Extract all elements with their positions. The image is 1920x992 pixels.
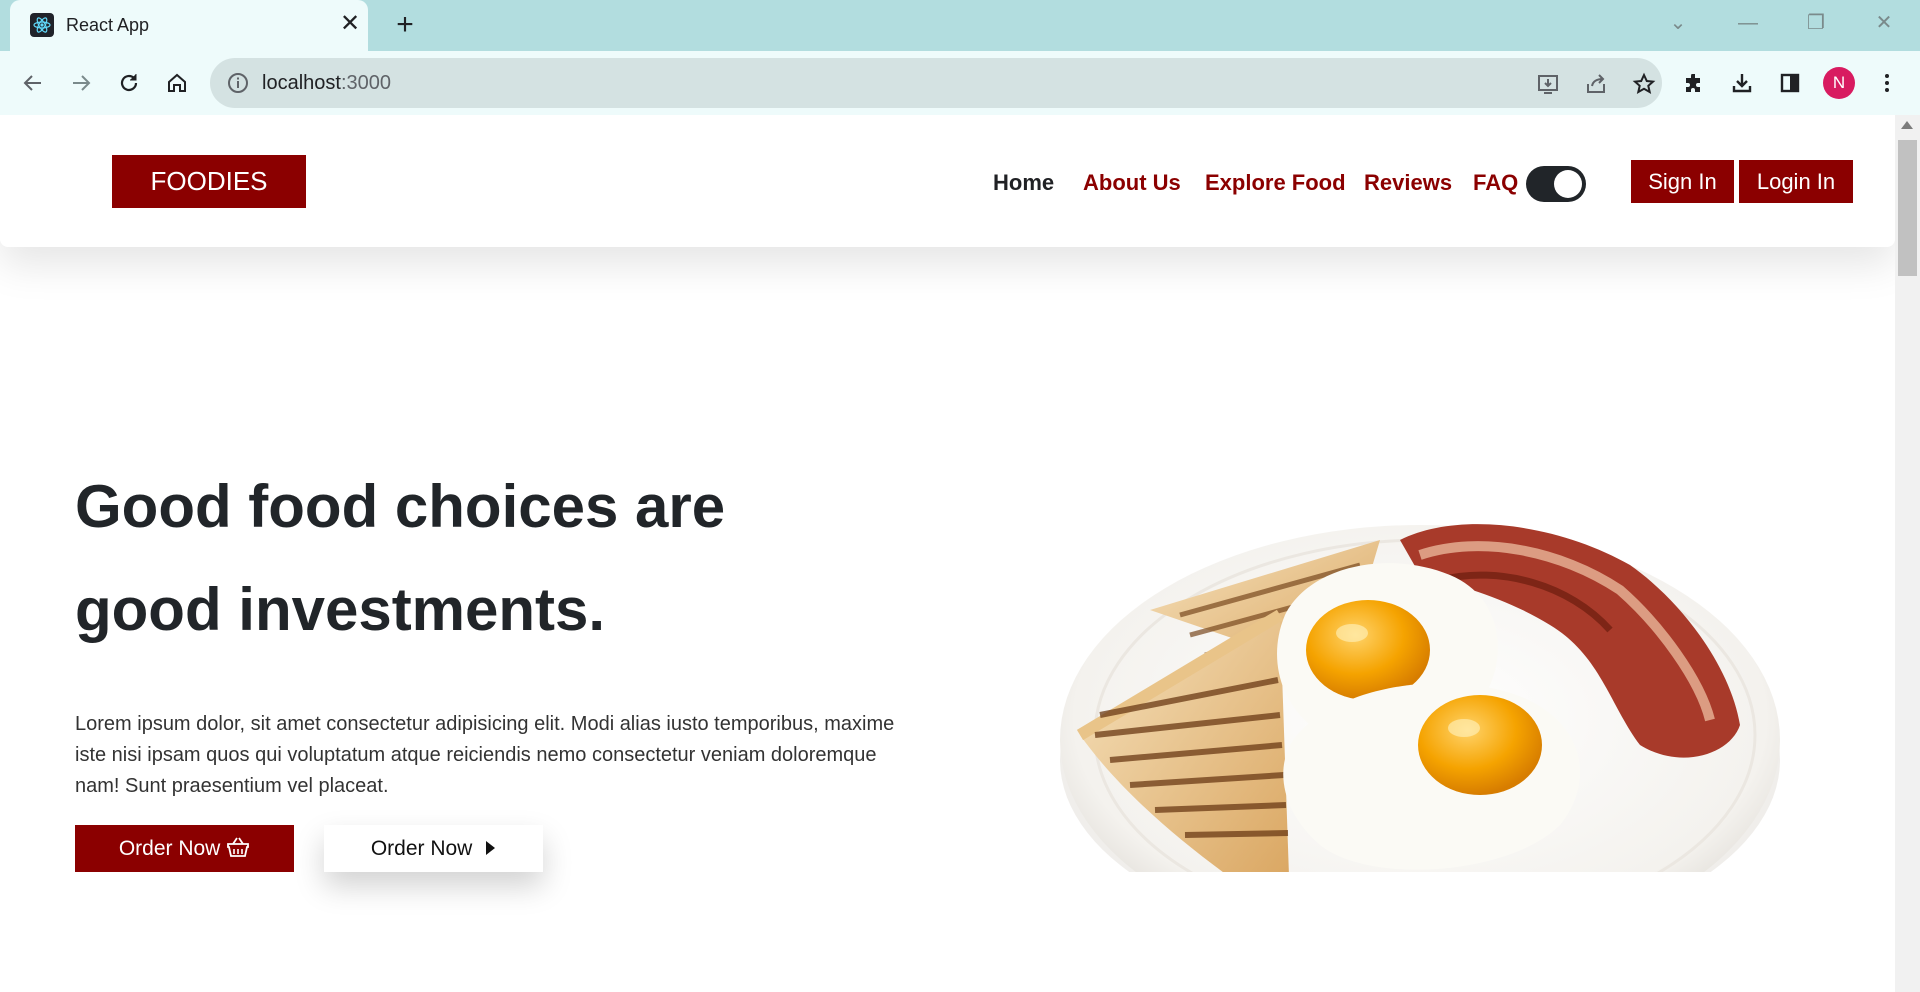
order-now-button-secondary[interactable]: Order Now bbox=[324, 825, 543, 872]
react-icon bbox=[30, 13, 54, 37]
home-icon[interactable] bbox=[159, 65, 195, 101]
page-viewport: FOODIES Home About Us Explore Food Revie… bbox=[0, 115, 1895, 992]
basket-icon bbox=[226, 828, 250, 875]
minimize-icon[interactable]: — bbox=[1728, 8, 1768, 38]
hero-title-line-2: good investments. bbox=[75, 576, 606, 643]
order-now-label: Order Now bbox=[118, 837, 221, 860]
forward-icon[interactable] bbox=[63, 65, 99, 101]
nav-explore-food[interactable]: Explore Food bbox=[1205, 170, 1346, 196]
browser-toolbar: localhost:3000 N bbox=[0, 51, 1920, 115]
url-text: localhost:3000 bbox=[262, 72, 391, 94]
tab-title: React App bbox=[66, 15, 150, 35]
hero-title: Good food choices are good investments. bbox=[75, 455, 895, 661]
menu-kebab-icon[interactable] bbox=[1869, 65, 1905, 101]
hero-food-image bbox=[1040, 415, 1800, 872]
scroll-up-arrow-icon[interactable] bbox=[1901, 121, 1913, 129]
nav-about-us[interactable]: About Us bbox=[1083, 170, 1181, 196]
window-close-icon[interactable]: ✕ bbox=[1864, 8, 1904, 38]
downloads-icon[interactable] bbox=[1724, 65, 1760, 101]
extensions-puzzle-icon[interactable] bbox=[1676, 65, 1712, 101]
site-info-icon[interactable] bbox=[226, 71, 250, 100]
toggle-knob bbox=[1554, 170, 1582, 198]
tab-search-chevron-icon[interactable]: ⌄ bbox=[1658, 8, 1698, 38]
reload-icon[interactable] bbox=[111, 65, 147, 101]
address-bar[interactable]: localhost:3000 bbox=[210, 58, 1662, 108]
theme-toggle-switch[interactable] bbox=[1526, 166, 1586, 202]
hero-description: Lorem ipsum dolor, sit amet consectetur … bbox=[75, 713, 895, 797]
hero-title-line-1: Good food choices are bbox=[75, 473, 726, 540]
browser-tab-bar: React App ✕ + ⌄ — ❐ ✕ bbox=[0, 0, 1920, 51]
new-tab-button[interactable]: + bbox=[390, 10, 420, 40]
scrollbar-thumb[interactable] bbox=[1898, 140, 1917, 276]
order-now-button-primary[interactable]: Order Now bbox=[75, 825, 294, 872]
bookmark-star-icon[interactable] bbox=[1630, 70, 1658, 98]
nav-home[interactable]: Home bbox=[993, 170, 1054, 196]
browser-tab[interactable]: React App ✕ bbox=[10, 0, 368, 51]
login-in-button[interactable]: Login In bbox=[1739, 160, 1853, 203]
restore-icon[interactable]: ❐ bbox=[1796, 8, 1836, 38]
back-icon[interactable] bbox=[15, 65, 51, 101]
nav-faq[interactable]: FAQ bbox=[1473, 170, 1518, 196]
order-now-label: Order Now bbox=[370, 837, 473, 860]
side-panel-icon[interactable] bbox=[1772, 65, 1808, 101]
caret-right-icon bbox=[484, 826, 496, 873]
share-icon[interactable] bbox=[1582, 70, 1610, 98]
close-icon[interactable]: ✕ bbox=[336, 10, 364, 38]
nav-reviews[interactable]: Reviews bbox=[1364, 170, 1452, 196]
profile-avatar[interactable]: N bbox=[1823, 67, 1855, 99]
install-app-icon[interactable] bbox=[1534, 70, 1562, 98]
brand-logo[interactable]: FOODIES bbox=[112, 155, 306, 208]
sign-in-button[interactable]: Sign In bbox=[1631, 160, 1734, 203]
site-navbar: FOODIES Home About Us Explore Food Revie… bbox=[0, 115, 1895, 247]
